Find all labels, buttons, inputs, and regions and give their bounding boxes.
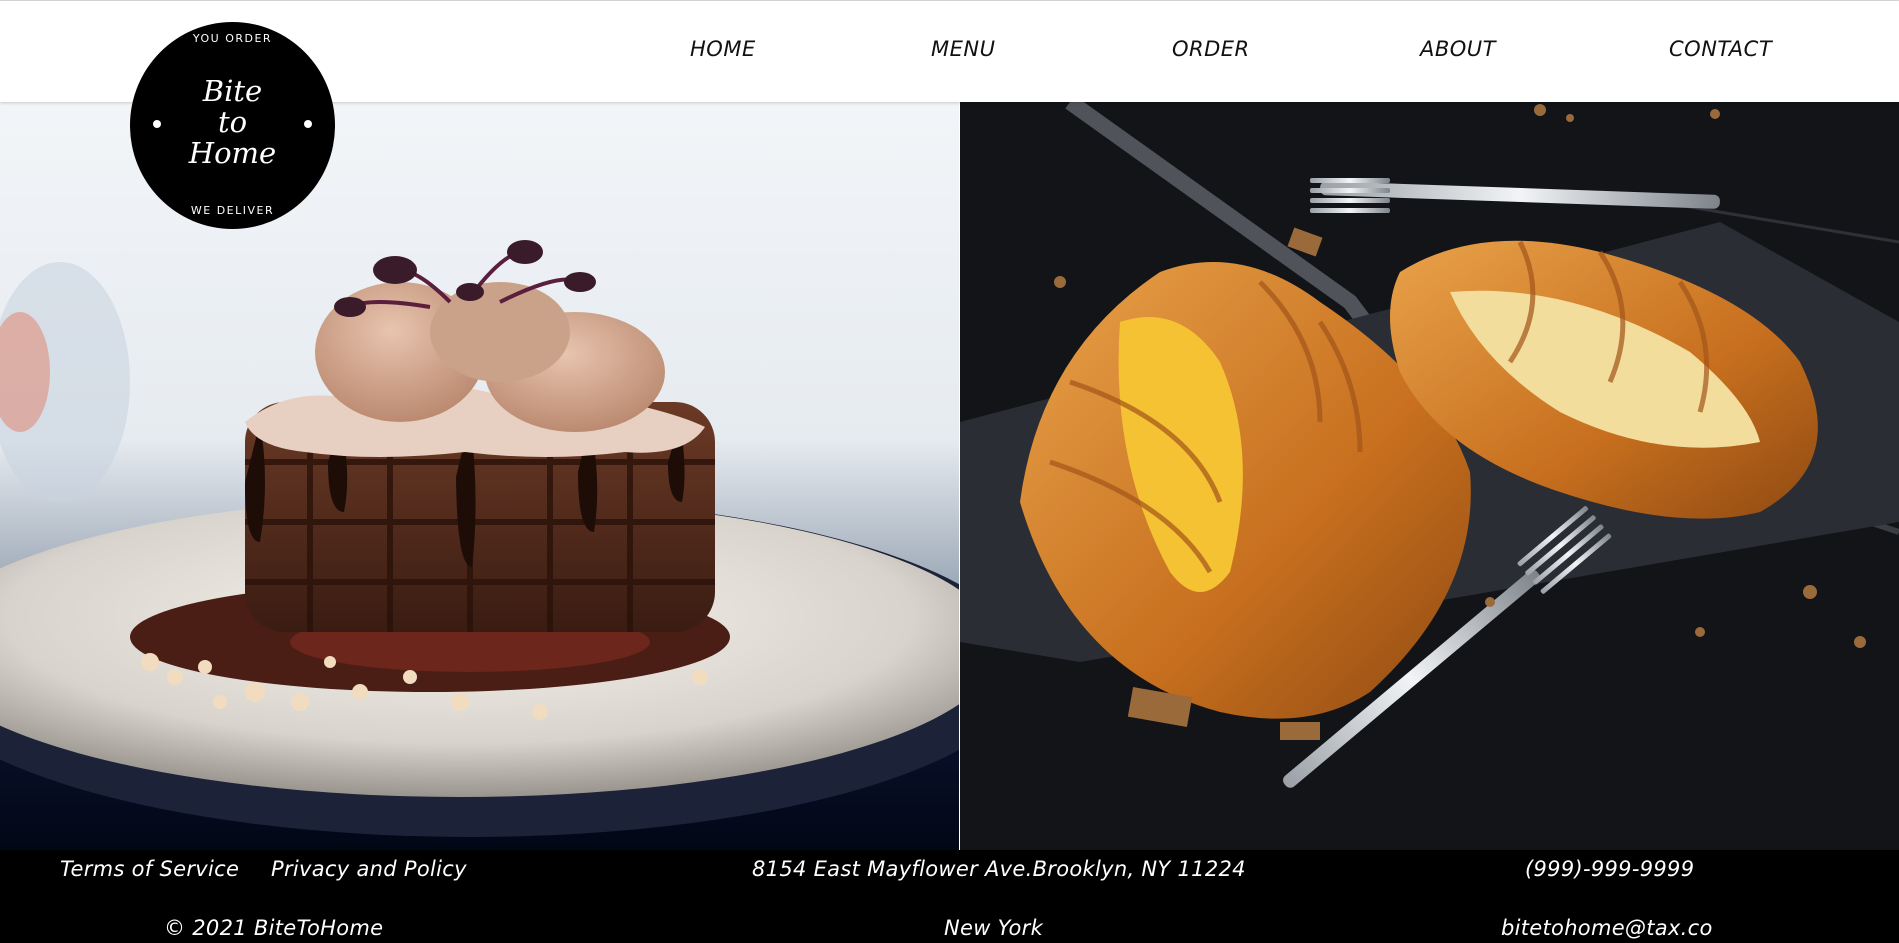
footer-city: New York bbox=[944, 916, 1044, 940]
privacy-policy-link[interactable]: Privacy and Policy bbox=[271, 857, 467, 881]
logo-tagline-bottom: WE DELIVER bbox=[190, 204, 275, 217]
logo-dot-left bbox=[153, 120, 161, 128]
footer-phone[interactable]: (999)-999-9999 bbox=[1525, 857, 1694, 881]
croissants-illustration bbox=[960, 102, 1899, 850]
terms-of-service-link[interactable]: Terms of Service bbox=[60, 857, 239, 881]
site-footer: Terms of Service Privacy and Policy 8154… bbox=[0, 850, 1899, 943]
logo-word-1: Bite bbox=[202, 74, 263, 108]
hero-image-croissants bbox=[960, 102, 1899, 850]
logo-word-3: Home bbox=[188, 136, 277, 170]
logo-dot-right bbox=[304, 120, 312, 128]
nav-contact-link[interactable]: CONTACT bbox=[1669, 37, 1772, 61]
logo-tagline-top: YOU ORDER bbox=[192, 32, 273, 45]
nav-order-link[interactable]: ORDER bbox=[1172, 37, 1250, 61]
footer-email-link[interactable]: bitetohome@tax.co bbox=[1501, 916, 1713, 940]
footer-address: 8154 East Mayflower Ave.Brooklyn, NY 112… bbox=[752, 857, 1246, 881]
site-logo[interactable]: YOU ORDER Bite to Home WE DELIVER bbox=[130, 22, 335, 229]
nav-menu-link[interactable]: MENU bbox=[931, 37, 995, 61]
nav-about-link[interactable]: ABOUT bbox=[1420, 37, 1496, 61]
nav-home-link[interactable]: HOME bbox=[690, 37, 756, 61]
footer-copyright: © 2021 BiteToHome bbox=[164, 916, 384, 940]
